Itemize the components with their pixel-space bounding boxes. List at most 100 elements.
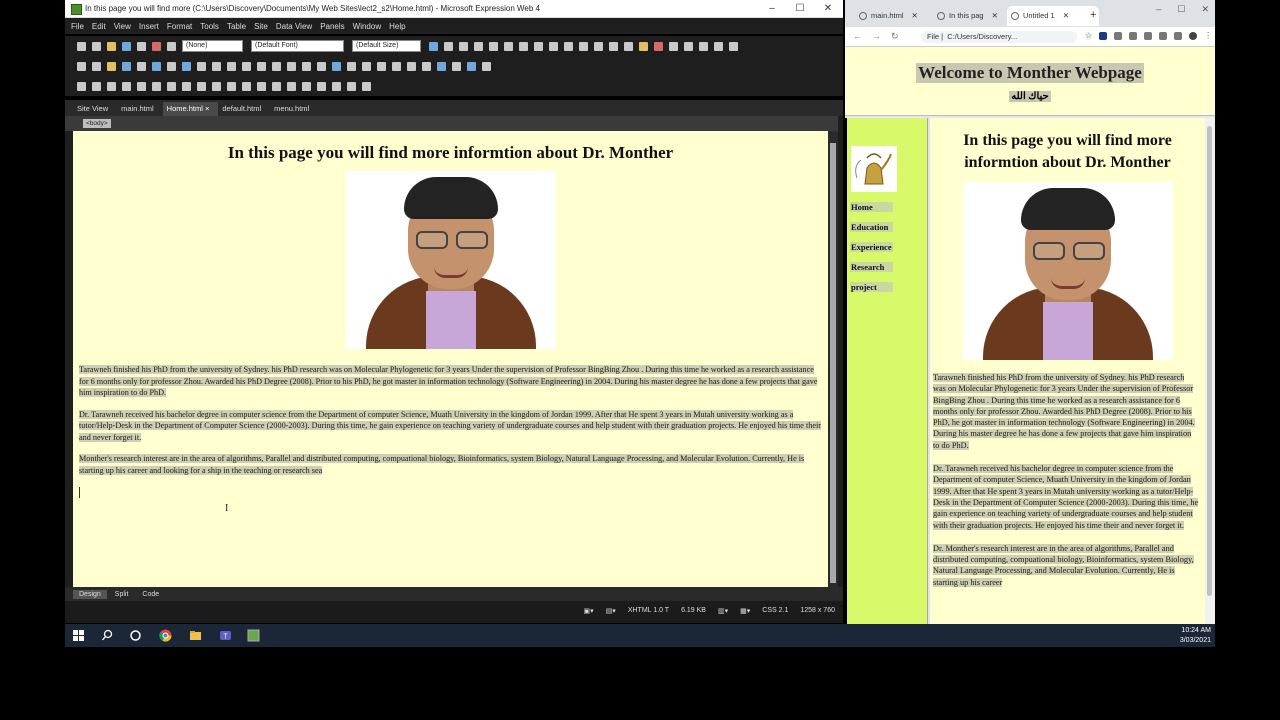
extension-icon-3[interactable] [1129, 32, 1138, 40]
new-site-icon[interactable] [92, 41, 101, 51]
menu-window[interactable]: Window [353, 22, 381, 31]
pic-flip-v-icon[interactable] [152, 81, 161, 91]
size-select[interactable]: (Default Size) [352, 40, 421, 52]
maximize-button[interactable]: ☐ [786, 2, 814, 16]
spelling-icon[interactable] [167, 61, 176, 71]
pic-line-icon[interactable] [212, 81, 221, 91]
pic-restore-icon[interactable] [362, 81, 371, 91]
pic-rotate-right-icon[interactable] [122, 81, 131, 91]
visual-aids-icon[interactable]: ▣▾ [584, 607, 594, 615]
open-folder-icon[interactable] [107, 41, 116, 51]
menu-help[interactable]: Help [389, 22, 405, 31]
open-icon[interactable] [107, 61, 116, 71]
align-right-icon[interactable] [534, 41, 543, 51]
toggle-icon[interactable] [242, 61, 251, 71]
justify-icon[interactable] [549, 41, 558, 51]
pic-contrast-icon[interactable] [167, 81, 176, 91]
paste-icon[interactable] [212, 61, 221, 71]
menu-panels[interactable]: Panels [320, 22, 344, 31]
menu-site[interactable]: Site [254, 22, 268, 31]
pic-rect-icon[interactable] [302, 81, 311, 91]
menu-data-view[interactable]: Data View [276, 22, 312, 31]
highlight-icon[interactable] [639, 41, 648, 51]
underline-icon[interactable] [489, 41, 498, 51]
save-icon[interactable] [122, 41, 131, 51]
close-tab-icon[interactable]: ✕ [992, 11, 998, 20]
extensions-puzzle-icon[interactable] [1174, 32, 1183, 40]
new-icon[interactable] [77, 61, 86, 71]
body-tag-chip[interactable]: <body> [83, 119, 111, 128]
menu-edit[interactable]: Edit [92, 22, 106, 31]
scissors-icon[interactable] [272, 61, 281, 71]
align-left-icon[interactable] [504, 41, 513, 51]
close-tab-icon[interactable]: ✕ [1063, 11, 1069, 20]
chrome-close-button[interactable]: ✕ [1201, 4, 1209, 15]
zoom-icon[interactable] [422, 61, 431, 71]
menu-format[interactable]: Format [167, 22, 192, 31]
menu-file[interactable]: File [71, 22, 84, 31]
nav-link-project[interactable]: project [850, 282, 893, 292]
close-tab-icon[interactable]: ✕ [912, 11, 918, 20]
address-bar[interactable]: File | C:/Users/Discovery... [921, 31, 1077, 43]
split-view-tab[interactable]: Split [109, 590, 135, 599]
bio-paragraph-research[interactable]: Monther's research interest are in the a… [79, 453, 822, 476]
bookmark-icon[interactable] [467, 61, 476, 71]
nav-link-research[interactable]: Research [850, 262, 893, 272]
save-all-icon[interactable] [137, 41, 146, 51]
compat-check-icon[interactable]: ▥▾ [718, 607, 728, 615]
insert-image-icon[interactable] [669, 41, 678, 51]
pic-brightness-icon[interactable] [182, 81, 191, 91]
pic-insert-icon[interactable] [77, 81, 86, 91]
undo-icon[interactable] [429, 41, 438, 51]
chrome-menu-icon[interactable]: ⋮ [1204, 32, 1212, 40]
insert-table-icon[interactable] [684, 41, 693, 51]
new-folder-icon[interactable] [92, 61, 101, 71]
css-check-icon[interactable]: ▦▾ [740, 607, 750, 615]
back-arrow-icon[interactable]: ← [853, 31, 862, 42]
pic-icon[interactable] [407, 61, 416, 71]
tab-site-view[interactable]: Site View [73, 102, 117, 116]
profile-photo[interactable] [345, 171, 556, 349]
cortana-icon[interactable] [129, 629, 142, 642]
bookmark-star-icon[interactable]: ☆ [1085, 32, 1093, 40]
tab-main-html[interactable]: main.html [117, 102, 163, 116]
pic-transparent-icon[interactable] [227, 81, 236, 91]
pic-resample-icon[interactable] [272, 81, 281, 91]
design-view-canvas[interactable]: In this page you will find more informti… [73, 131, 828, 587]
minimize-button[interactable]: – [758, 2, 786, 16]
image-icon[interactable] [377, 61, 386, 71]
menu-tools[interactable]: Tools [200, 22, 219, 31]
search-icon[interactable] [101, 629, 114, 642]
bio-paragraph-phd[interactable]: Tarawneh finished his PhD from the unive… [79, 364, 822, 399]
layer-icon[interactable] [714, 41, 723, 51]
chrome-maximize-button[interactable]: ☐ [1177, 4, 1185, 15]
numbered-list-icon[interactable] [564, 41, 573, 51]
clipboard-icon[interactable] [287, 61, 296, 71]
pic-crop-icon[interactable] [197, 81, 206, 91]
pic-flip-h-icon[interactable] [137, 81, 146, 91]
content-scrollbar[interactable] [1205, 118, 1215, 624]
hyperlink-icon[interactable] [699, 41, 708, 51]
chrome-tab-page[interactable]: In this pag ✕ [933, 6, 1017, 26]
expression-web-taskbar-icon[interactable] [247, 629, 260, 642]
page-dimensions-status[interactable]: 1258 x 760 [800, 607, 835, 615]
extension-icon-2[interactable] [1114, 32, 1123, 40]
teams-icon[interactable]: T [219, 629, 232, 642]
extension-icon-1[interactable] [1099, 32, 1108, 40]
format-painter-icon[interactable] [227, 61, 236, 71]
forward-arrow-icon[interactable]: → [872, 31, 881, 42]
globe-icon[interactable] [437, 61, 446, 71]
system-clock[interactable]: 10:24 AM 3/03/2021 [1180, 626, 1211, 646]
borders-icon[interactable] [624, 41, 633, 51]
pic-bevel-icon[interactable] [257, 81, 266, 91]
file-explorer-icon[interactable] [189, 629, 202, 642]
reload-icon[interactable]: ↻ [891, 31, 899, 42]
print-icon[interactable] [137, 61, 146, 71]
chrome-tab-untitled[interactable]: Untitled 1 ✕ [1007, 6, 1099, 26]
bio-paragraph-bachelor[interactable]: Dr. Tarawneh received his bachelor degre… [79, 409, 822, 444]
design-view-tab[interactable]: Design [73, 589, 107, 599]
pic-select-icon[interactable] [287, 81, 296, 91]
content-scroll-thumb[interactable] [1207, 126, 1212, 596]
tag-properties-icon[interactable]: ▤▾ [606, 607, 616, 615]
bullet-list-icon[interactable] [579, 41, 588, 51]
